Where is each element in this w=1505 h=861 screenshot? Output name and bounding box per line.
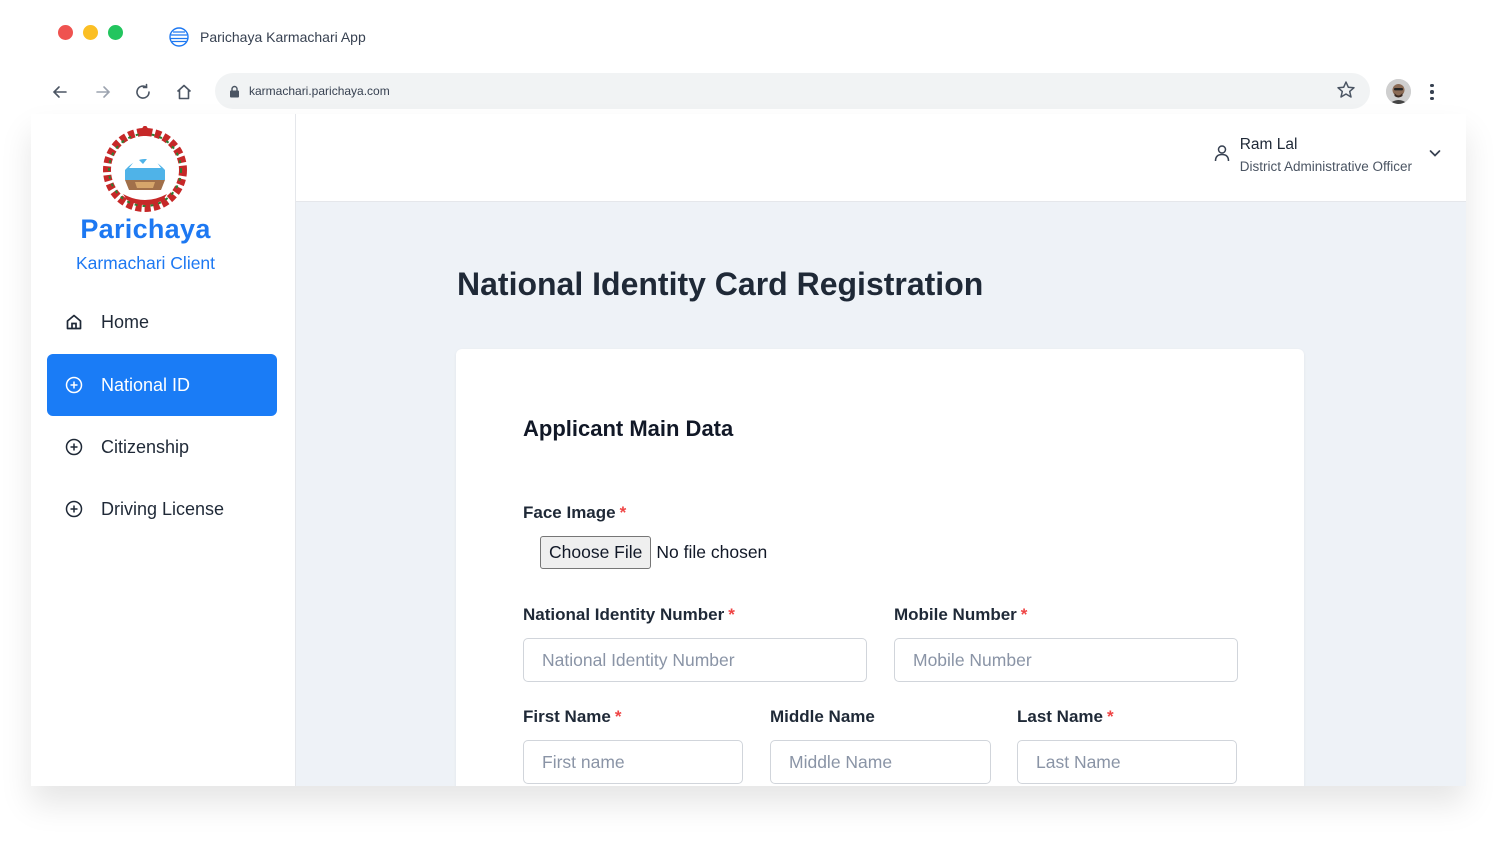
url-text: karmachari.parichaya.com bbox=[249, 84, 390, 98]
user-icon bbox=[1214, 144, 1230, 167]
face-image-label-text: Face Image bbox=[523, 503, 616, 522]
arrow-right-icon bbox=[96, 86, 111, 98]
close-window-button[interactable] bbox=[58, 25, 73, 40]
nin-input[interactable]: National Identity Number bbox=[523, 638, 867, 682]
required-mark: * bbox=[1020, 605, 1028, 624]
reload-button[interactable] bbox=[131, 80, 155, 104]
first-name-input[interactable]: First name bbox=[523, 740, 743, 784]
registration-form-card: Applicant Main Data Face Image * Choose F… bbox=[456, 349, 1304, 786]
first-name-label-text: First Name bbox=[523, 707, 611, 726]
nin-label-text: National Identity Number bbox=[523, 605, 725, 624]
user-name: Ram Lal bbox=[1239, 136, 1298, 153]
tab-title: Parichaya Karmachari App bbox=[200, 29, 366, 45]
address-bar[interactable]: karmachari.parichaya.com bbox=[215, 73, 1370, 109]
middle-name-label-text: Middle Name bbox=[770, 707, 875, 726]
mobile-input[interactable]: Mobile Number bbox=[894, 638, 1238, 682]
plus-circle-icon bbox=[65, 438, 83, 456]
profile-avatar[interactable] bbox=[1386, 79, 1411, 104]
sidebar-item-label: Driving License bbox=[101, 498, 225, 519]
home-icon bbox=[65, 313, 83, 331]
person-avatar-icon bbox=[1386, 79, 1411, 104]
sidebar-item-label: National ID bbox=[101, 374, 191, 395]
last-name-label: Last Name * bbox=[1017, 707, 1114, 727]
sidebar-item-driving-license[interactable]: Driving License bbox=[47, 478, 277, 540]
sidebar: Parichaya Karmachari Client Home Nationa… bbox=[31, 114, 296, 786]
browser-menu-button[interactable] bbox=[1424, 80, 1440, 104]
nepal-emblem-logo bbox=[101, 124, 189, 212]
middle-name-input[interactable]: Middle Name bbox=[770, 740, 991, 784]
user-menu[interactable]: Ram Lal District Administrative Officer bbox=[1214, 136, 1442, 174]
plus-circle-icon bbox=[65, 376, 83, 394]
browser-tab[interactable]: Parichaya Karmachari App bbox=[168, 26, 366, 48]
home-button[interactable] bbox=[172, 80, 196, 104]
required-mark: * bbox=[614, 707, 622, 726]
required-mark: * bbox=[619, 503, 627, 522]
arrow-left-icon bbox=[52, 86, 67, 98]
file-status: No file chosen bbox=[656, 542, 768, 562]
user-info: Ram Lal District Administrative Officer bbox=[1240, 136, 1412, 174]
top-bar: Ram Lal District Administrative Officer bbox=[296, 114, 1466, 202]
face-image-file-input: Choose File No file chosen bbox=[540, 536, 767, 569]
page-title: National Identity Card Registration bbox=[457, 266, 984, 302]
user-role: District Administrative Officer bbox=[1239, 159, 1412, 174]
required-mark: * bbox=[1106, 707, 1114, 726]
globe-icon bbox=[169, 27, 189, 47]
browser-chrome: Parichaya Karmachari App karmachari.pari… bbox=[0, 0, 1505, 116]
brand-subtitle: Karmachari Client bbox=[75, 253, 216, 273]
lock-icon bbox=[230, 85, 239, 97]
sidebar-item-home[interactable]: Home bbox=[47, 291, 277, 353]
bookmark-button[interactable] bbox=[1336, 80, 1356, 103]
last-name-input[interactable]: Last Name bbox=[1017, 740, 1237, 784]
chevron-down-icon bbox=[1428, 146, 1442, 165]
sidebar-item-national-id[interactable]: National ID bbox=[47, 354, 277, 416]
back-button[interactable] bbox=[48, 80, 72, 104]
app-window: Parichaya Karmachari Client Home Nationa… bbox=[31, 114, 1466, 786]
star-icon bbox=[1337, 81, 1355, 98]
nin-label: National Identity Number * bbox=[523, 605, 735, 625]
home-icon bbox=[176, 84, 192, 100]
sidebar-item-label: Citizenship bbox=[101, 436, 190, 457]
forward-button[interactable] bbox=[91, 80, 115, 104]
reload-icon bbox=[136, 83, 150, 99]
mobile-label: Mobile Number * bbox=[894, 605, 1027, 625]
required-mark: * bbox=[728, 605, 735, 624]
choose-file-button[interactable]: Choose File bbox=[540, 536, 652, 569]
first-name-label: First Name * bbox=[523, 707, 622, 727]
brand-title: Parichaya bbox=[80, 214, 211, 244]
window-controls bbox=[58, 25, 123, 40]
plus-circle-icon bbox=[65, 500, 83, 518]
face-image-label: Face Image * bbox=[523, 503, 626, 523]
sidebar-item-citizenship[interactable]: Citizenship bbox=[47, 416, 277, 478]
middle-name-label: Middle Name bbox=[770, 707, 875, 727]
minimize-window-button[interactable] bbox=[83, 25, 98, 40]
sidebar-item-label: Home bbox=[101, 311, 150, 332]
section-title: Applicant Main Data bbox=[523, 416, 734, 441]
last-name-label-text: Last Name bbox=[1017, 707, 1103, 726]
maximize-window-button[interactable] bbox=[108, 25, 123, 40]
mobile-label-text: Mobile Number bbox=[894, 605, 1017, 624]
